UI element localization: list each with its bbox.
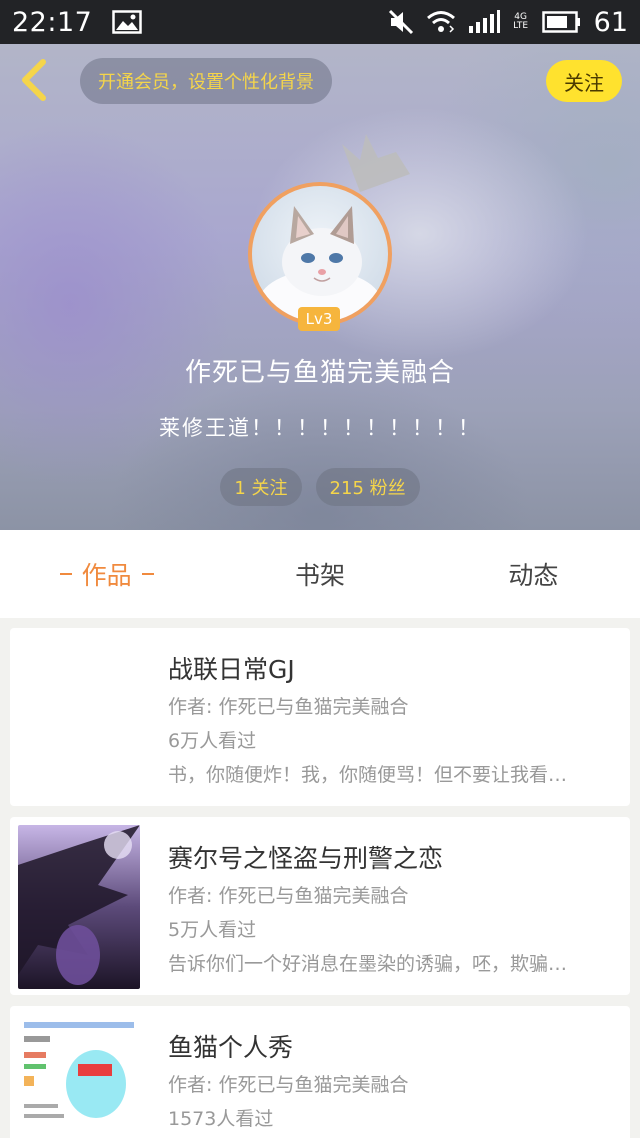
cover-image-dark-figure bbox=[18, 825, 140, 989]
tab-bookshelf-label: 书架 bbox=[294, 561, 345, 590]
book-views: 5万人看过 bbox=[168, 919, 257, 941]
cat-avatar-image bbox=[258, 206, 382, 322]
user-stats: 1 关注 215 粉丝 bbox=[0, 468, 640, 506]
book-author: 作者: 作死已与鱼猫完美融合 bbox=[168, 1074, 409, 1096]
book-views: 6万人看过 bbox=[168, 730, 257, 752]
tab-activity-label: 动态 bbox=[508, 561, 559, 590]
tab-activity[interactable]: 动态 bbox=[427, 530, 640, 618]
tab-bookshelf[interactable]: 书架 bbox=[213, 530, 426, 618]
book-author: 作者: 作死已与鱼猫完美融合 bbox=[168, 885, 409, 907]
following-count[interactable]: 1 关注 bbox=[220, 468, 302, 506]
tab-works-label: 作品 bbox=[81, 561, 132, 590]
user-nickname: 作死已与鱼猫完美融合 bbox=[184, 358, 455, 388]
follow-button[interactable]: 关注 bbox=[546, 60, 622, 102]
status-bar: 22:17 4G LTE 61 bbox=[0, 0, 640, 44]
book-card[interactable]: 赛尔号之怪盗与刑警之恋 作者: 作死已与鱼猫完美融合 5万人看过 告诉你们一个好… bbox=[10, 817, 630, 995]
book-description: 书，你随便炸！我，你随便骂！但不要让我看… bbox=[168, 764, 568, 786]
chevron-left-icon bbox=[22, 59, 46, 101]
fans-count[interactable]: 215 粉丝 bbox=[315, 468, 420, 506]
avatar-container: Lv3 bbox=[248, 134, 410, 331]
vip-background-button[interactable]: 开通会员，设置个性化背景 bbox=[80, 58, 332, 104]
battery-icon bbox=[541, 11, 580, 33]
mute-icon bbox=[388, 9, 413, 35]
book-title: 鱼猫个人秀 bbox=[168, 1033, 294, 1062]
book-card[interactable]: 鱼猫个人秀 作者: 作死已与鱼猫完美融合 1573人看过 bbox=[10, 1006, 630, 1138]
book-card[interactable]: 战联日常GJ 作者: 作死已与鱼猫完美融合 6万人看过 书，你随便炸！我，你随便… bbox=[10, 628, 630, 806]
image-icon bbox=[112, 10, 143, 34]
wifi-icon bbox=[426, 11, 455, 33]
tab-active-indicator-right bbox=[141, 573, 154, 575]
book-title: 赛尔号之怪盗与刑警之恋 bbox=[168, 844, 444, 873]
network-type: 4G LTE bbox=[513, 12, 529, 31]
cover-image-doodle bbox=[18, 1014, 140, 1138]
battery-level: 61 bbox=[593, 6, 628, 38]
avatar[interactable] bbox=[248, 182, 392, 326]
tab-active-indicator-left bbox=[59, 573, 72, 575]
user-signature: 莱修王道！！！！！！！！！！ bbox=[159, 416, 481, 440]
profile-header: 开通会员，设置个性化背景 关注 Lv3 作死已与鱼猫完美融合 莱修王道！！！！！… bbox=[0, 44, 640, 530]
book-description: 告诉你们一个好消息在墨染的诱骗，呸，欺骗… bbox=[168, 953, 568, 975]
status-time: 22:17 bbox=[12, 6, 93, 38]
book-cover bbox=[18, 636, 140, 800]
book-title: 战联日常GJ bbox=[168, 655, 295, 684]
signal-icon bbox=[468, 10, 500, 33]
crown-icon bbox=[342, 134, 410, 192]
tab-works[interactable]: 作品 bbox=[0, 530, 213, 618]
book-views: 1573人看过 bbox=[168, 1108, 274, 1130]
book-author: 作者: 作死已与鱼猫完美融合 bbox=[168, 696, 409, 718]
book-cover bbox=[18, 1014, 140, 1138]
book-cover bbox=[18, 825, 140, 989]
back-button[interactable] bbox=[14, 58, 54, 102]
level-badge: Lv3 bbox=[298, 307, 340, 331]
profile-tabs: 作品 书架 动态 bbox=[0, 530, 640, 618]
